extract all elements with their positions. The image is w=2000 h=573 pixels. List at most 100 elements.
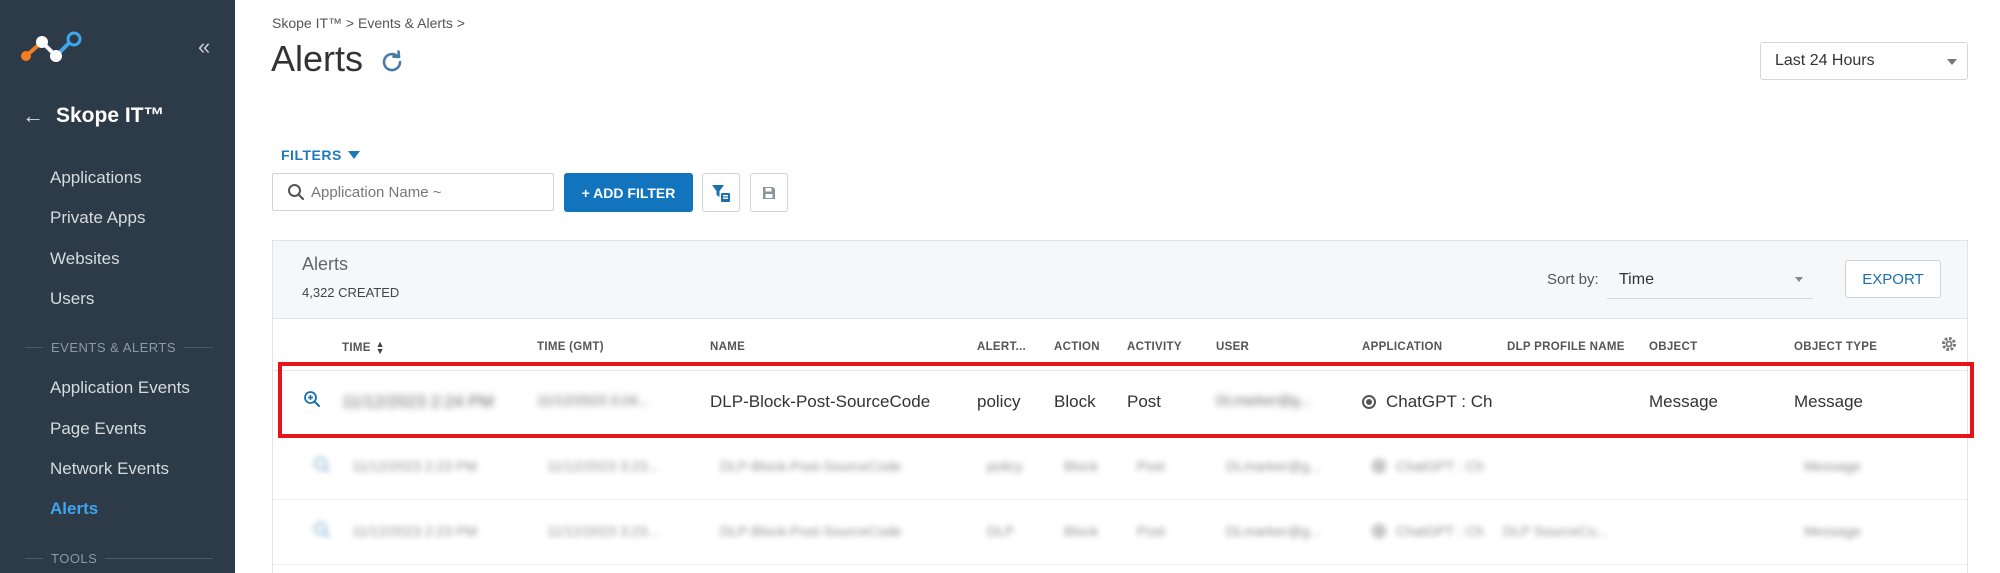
divider <box>25 347 43 348</box>
collapse-sidebar-icon[interactable]: « <box>198 36 210 58</box>
cell-name[interactable]: DLP-Block-Post-SourceCode <box>720 458 901 474</box>
nav-section-events-alerts: EVENTS & ALERTS <box>25 340 213 355</box>
cell-action: Block <box>1064 523 1099 539</box>
cell-alert-type: policy <box>987 458 1023 474</box>
col-header-application[interactable]: APPLICATION <box>1362 341 1442 353</box>
cell-object-type: Message <box>1794 392 1863 411</box>
nav-websites[interactable]: Websites <box>50 249 120 269</box>
cell-object: Message <box>1649 392 1718 411</box>
cell-time: 11/12/2023 2:23 PM <box>352 523 478 539</box>
table-row[interactable]: 11/12/2023 2:23 PM 11/12/2023 3:23... DL… <box>273 503 1967 565</box>
col-header-user[interactable]: USER <box>1216 341 1249 353</box>
caret-down-icon <box>347 151 360 159</box>
col-header-activity[interactable]: ACTIVITY <box>1127 341 1182 353</box>
filter-manage-button[interactable] <box>702 173 740 212</box>
alerts-panel-header: Alerts 4,322 CREATED Sort by: Time EXPOR… <box>273 241 1967 319</box>
cell-user: DLmarker@g... <box>1216 392 1312 408</box>
table-row[interactable]: 11/12/2023 2:24 PM 11/12/2023 3:24... DL… <box>273 372 1967 434</box>
cell-name[interactable]: DLP-Block-Post-SourceCode <box>720 523 901 539</box>
netskope-logo[interactable] <box>20 30 84 66</box>
nav-alerts[interactable]: Alerts <box>50 499 98 519</box>
alerts-panel-title: Alerts <box>302 254 349 274</box>
table-header: TIME ▲ ▼ TIME (GMT) NAME ALERT... ACTION A… <box>273 319 1967 371</box>
application-name: ChatGPT : Ch <box>1396 523 1484 539</box>
chatgpt-icon <box>1362 395 1376 409</box>
sort-by-select[interactable]: Time <box>1607 261 1813 299</box>
arrow-left-icon[interactable]: ← <box>22 105 44 127</box>
zoom-in-icon[interactable] <box>313 456 331 474</box>
col-header-time[interactable]: TIME ▲ ▼ <box>342 340 385 356</box>
divider <box>105 558 213 559</box>
cell-dlp-profile: DLP SourceCo... <box>1503 523 1608 539</box>
col-header-alert-type[interactable]: ALERT... <box>977 341 1026 353</box>
chatgpt-icon <box>1372 524 1386 538</box>
cell-time: 11/12/2023 2:23 PM <box>352 458 478 474</box>
refresh-icon[interactable] <box>378 48 406 76</box>
nav-section-label: TOOLS <box>51 551 98 566</box>
col-header-label: TIME <box>342 342 371 355</box>
divider <box>184 347 213 348</box>
blurred-row-content: 11/12/2023 2:23 PM 11/12/2023 3:23... DL… <box>283 438 1977 499</box>
table-row[interactable]: 11/12/2023 2:23 PM 11/12/2023 3:23... DL… <box>273 438 1967 500</box>
product-title: Skope IT™ <box>56 104 165 127</box>
cell-action: Block <box>1064 458 1099 474</box>
blurred-row-content: 11/12/2023 2:23 PM 11/12/2023 3:23... DL… <box>283 503 1977 564</box>
sort-by-label: Sort by: <box>1547 271 1599 288</box>
nav-private-apps[interactable]: Private Apps <box>50 208 145 228</box>
application-name: ChatGPT : Ch <box>1386 392 1493 411</box>
time-range-select[interactable]: Last 24 Hours <box>1760 42 1968 80</box>
save-icon <box>763 186 775 199</box>
cell-name[interactable]: DLP-Block-Post-SourceCode <box>710 392 930 412</box>
col-header-object[interactable]: OBJECT <box>1649 341 1697 353</box>
cell-activity: Post <box>1137 458 1166 474</box>
back-to-skope-it[interactable]: ← Skope IT™ <box>22 104 165 128</box>
cell-object-type: Message <box>1804 458 1861 474</box>
cell-application[interactable]: ChatGPT : Ch <box>1362 392 1492 412</box>
nav-section-tools: TOOLS <box>25 551 213 566</box>
add-filter-button[interactable]: + ADD FILTER <box>564 173 693 212</box>
filter-settings-icon <box>712 184 730 202</box>
breadcrumb[interactable]: Skope IT™ > Events & Alerts > <box>272 15 465 31</box>
alerts-panel: Alerts 4,322 CREATED Sort by: Time EXPOR… <box>272 240 1968 573</box>
gear-icon[interactable] <box>1940 335 1958 353</box>
search-icon <box>288 184 305 201</box>
cell-application[interactable]: ChatGPT : Ch <box>1372 523 1484 539</box>
cell-time: 11/12/2023 2:24 PM <box>342 392 494 411</box>
cell-alert-type: DLP <box>987 523 1015 539</box>
cell-user: DLmarker@g... <box>1226 458 1322 474</box>
sort-by-value: Time <box>1619 270 1654 288</box>
alerts-count: 4,322 CREATED <box>302 285 400 300</box>
zoom-in-icon[interactable] <box>303 390 321 408</box>
nav-application-events[interactable]: Application Events <box>50 378 190 398</box>
nav-users[interactable]: Users <box>50 289 94 309</box>
divider <box>25 558 43 559</box>
page-title: Alerts <box>271 38 364 79</box>
filter-search-input[interactable] <box>311 183 531 201</box>
chevron-down-icon <box>1947 59 1957 65</box>
nav-applications[interactable]: Applications <box>50 168 142 188</box>
cell-action: Block <box>1054 392 1096 411</box>
col-header-time-gmt[interactable]: TIME (GMT) <box>537 341 604 353</box>
save-filter-button[interactable] <box>750 173 788 212</box>
cell-time-gmt: 11/12/2023 3:23... <box>547 523 659 539</box>
cell-activity: Post <box>1127 392 1162 411</box>
cell-alert-type: policy <box>977 392 1021 411</box>
cell-object-type: Message <box>1804 523 1861 539</box>
zoom-in-icon[interactable] <box>313 521 331 539</box>
chevron-down-icon <box>1795 277 1803 282</box>
col-header-name[interactable]: NAME <box>710 341 745 353</box>
col-header-action[interactable]: ACTION <box>1054 341 1100 353</box>
col-header-object-type[interactable]: OBJECT TYPE <box>1794 341 1877 353</box>
filters-toggle[interactable]: FILTERS <box>281 147 360 163</box>
cell-activity: Post <box>1137 523 1166 539</box>
filter-search-box[interactable] <box>272 173 554 211</box>
sidebar: « ← Skope IT™ Applications Private Apps … <box>0 0 235 573</box>
application-name: ChatGPT : Ch <box>1396 458 1484 474</box>
nav-network-events[interactable]: Network Events <box>50 459 169 479</box>
cell-time-gmt: 11/12/2023 3:24... <box>537 392 649 408</box>
export-button[interactable]: EXPORT <box>1845 260 1941 298</box>
nav-page-events[interactable]: Page Events <box>50 419 146 439</box>
sort-icon[interactable]: ▲ ▼ <box>376 340 385 356</box>
cell-application[interactable]: ChatGPT : Ch <box>1372 458 1484 474</box>
col-header-dlp-profile[interactable]: DLP PROFILE NAME <box>1507 341 1625 353</box>
